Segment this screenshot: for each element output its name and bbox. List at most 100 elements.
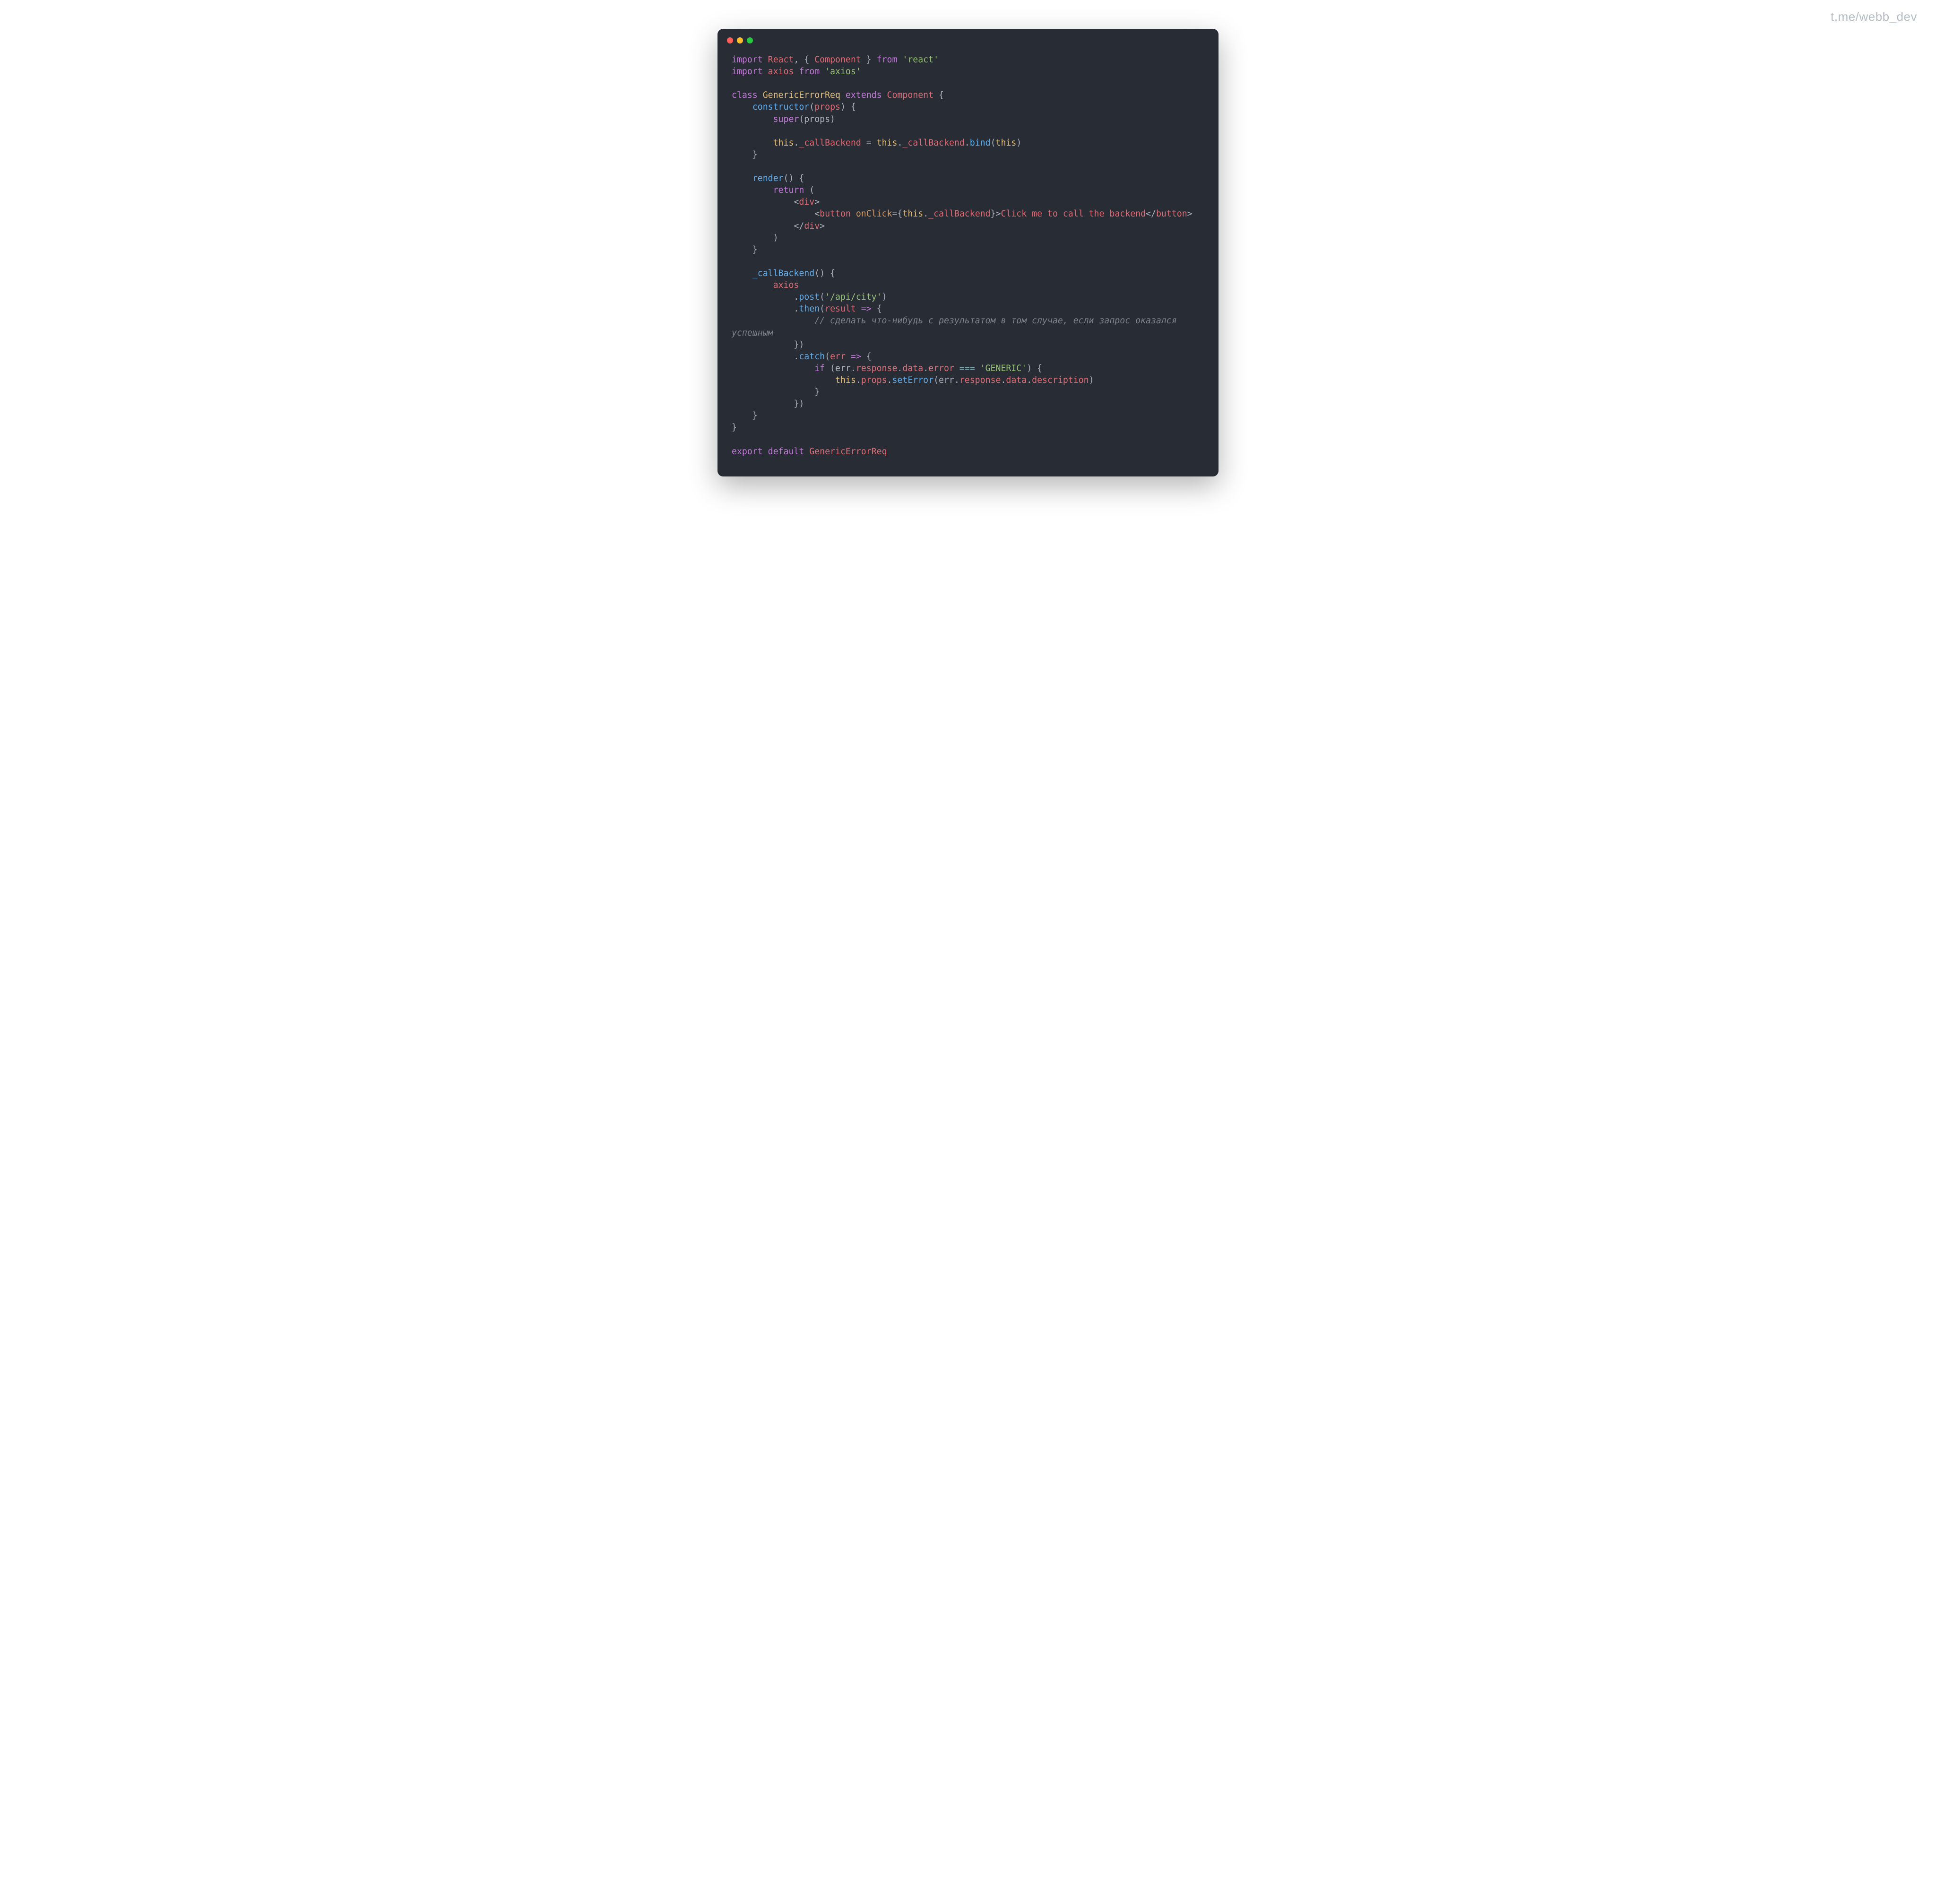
code-token: ( — [809, 102, 814, 112]
code-token: response — [959, 375, 1001, 385]
code-token: } — [732, 150, 758, 160]
code-token: return — [773, 185, 804, 195]
code-token: . — [1027, 375, 1032, 385]
code-token — [882, 90, 887, 100]
code-token: axios — [773, 280, 799, 290]
code-token — [804, 447, 809, 457]
code-token: . — [732, 292, 799, 302]
code-token: this — [877, 138, 898, 148]
watermark-text: t.me/webb_dev — [9, 9, 1927, 29]
code-token: this — [835, 375, 856, 385]
code-token: } — [732, 411, 758, 421]
code-token: > — [814, 197, 820, 207]
code-token — [732, 138, 773, 148]
code-token: ) { — [840, 102, 856, 112]
code-token: (err. — [933, 375, 959, 385]
code-token: . — [732, 352, 799, 362]
maximize-icon[interactable] — [747, 37, 753, 43]
code-token: , { — [794, 55, 814, 65]
close-icon[interactable] — [727, 37, 733, 43]
code-token — [856, 304, 861, 314]
code-token — [851, 209, 856, 219]
code-token — [732, 185, 773, 195]
code-token: Component — [814, 55, 861, 65]
code-token: . — [923, 363, 928, 373]
code-token: 'react' — [902, 55, 939, 65]
minimize-icon[interactable] — [737, 37, 743, 43]
code-token: props — [861, 375, 887, 385]
code-token — [732, 280, 773, 290]
code-window: import React, { Component } from 'react'… — [717, 29, 1219, 476]
code-token — [732, 316, 814, 326]
code-token: . — [856, 375, 861, 385]
code-token — [954, 363, 959, 373]
code-token: => — [851, 352, 861, 362]
code-token: setError — [892, 375, 933, 385]
code-token: onClick — [856, 209, 892, 219]
code-token: data — [902, 363, 923, 373]
code-token: ) — [1089, 375, 1094, 385]
code-token: button — [1156, 209, 1187, 219]
code-token: from — [799, 67, 820, 77]
code-token: => — [861, 304, 872, 314]
code-token: result — [825, 304, 856, 314]
code-token: _callBackend — [799, 138, 861, 148]
code-token — [975, 363, 980, 373]
code-token: class — [732, 90, 758, 100]
code-token: ( — [820, 292, 825, 302]
code-token: this — [996, 138, 1017, 148]
code-token: if — [814, 363, 825, 373]
code-token: default — [768, 447, 804, 457]
code-content: import React, { Component } from 'react'… — [717, 43, 1219, 476]
code-token: response — [856, 363, 898, 373]
code-token: axios — [763, 67, 799, 77]
code-token: . — [887, 375, 892, 385]
code-token: GenericErrorReq — [763, 90, 840, 100]
window-titlebar — [717, 29, 1219, 43]
code-token: this — [902, 209, 923, 219]
code-token: bind — [970, 138, 991, 148]
code-token: > — [996, 209, 1001, 219]
code-token: . — [923, 209, 928, 219]
code-token: post — [799, 292, 820, 302]
code-token: _callBackend — [902, 138, 964, 148]
code-token: description — [1032, 375, 1089, 385]
code-token: div — [799, 197, 814, 207]
code-token: . — [1001, 375, 1006, 385]
code-token — [732, 173, 752, 183]
code-token: ) — [1016, 138, 1021, 148]
code-token: ( — [804, 185, 814, 195]
code-token: } — [732, 423, 737, 433]
code-token: 'GENERIC' — [980, 363, 1027, 373]
code-token: props — [814, 102, 840, 112]
code-token: === — [959, 363, 975, 373]
code-token — [763, 447, 768, 457]
code-token: () { — [784, 173, 804, 183]
code-token: } — [861, 55, 877, 65]
code-token — [732, 363, 814, 373]
code-token: ( — [825, 352, 830, 362]
code-token: > — [1187, 209, 1193, 219]
code-token: export — [732, 447, 763, 457]
code-token: '/api/city' — [825, 292, 882, 302]
code-token: . — [965, 138, 970, 148]
code-token: } — [732, 387, 820, 397]
code-token: import — [732, 67, 763, 77]
code-token: GenericErrorReq — [809, 447, 887, 457]
code-token — [758, 90, 763, 100]
code-token: then — [799, 304, 820, 314]
code-token: < — [732, 197, 799, 207]
code-token: button — [820, 209, 851, 219]
code-token: err — [830, 352, 846, 362]
code-token — [897, 55, 902, 65]
code-token: _callBackend — [752, 268, 814, 278]
code-token: { — [933, 90, 944, 100]
code-token: . — [732, 304, 799, 314]
code-token: ) { — [1027, 363, 1042, 373]
code-token: this — [773, 138, 794, 148]
code-token: _callBackend — [928, 209, 990, 219]
code-token: }) — [732, 399, 804, 409]
code-token — [732, 375, 835, 385]
code-token: Component — [887, 90, 934, 100]
code-token: Click me to call the backend — [1001, 209, 1146, 219]
